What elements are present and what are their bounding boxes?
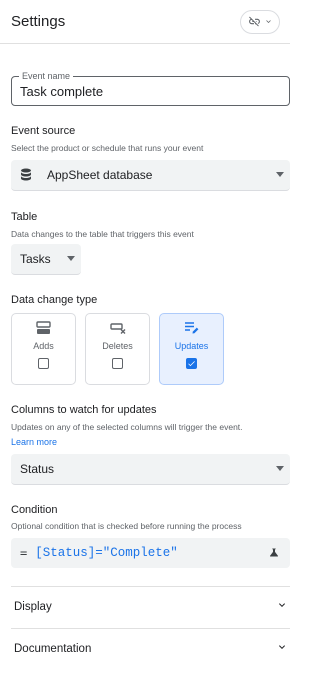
display-section-toggle[interactable]: Display — [11, 587, 290, 627]
data-change-deletes-card[interactable]: Deletes — [85, 313, 150, 385]
page-title: Settings — [11, 13, 66, 30]
link-off-icon — [248, 15, 261, 28]
updates-icon — [184, 321, 199, 335]
settings-header: Settings — [0, 0, 290, 44]
columns-watch-title: Columns to watch for updates — [11, 404, 157, 416]
chevron-down-icon — [264, 17, 273, 26]
documentation-section-toggle[interactable]: Documentation — [11, 629, 290, 669]
database-icon — [20, 168, 34, 182]
flask-icon[interactable] — [268, 546, 280, 564]
chevron-down-icon — [276, 640, 288, 658]
documentation-section-label: Documentation — [14, 643, 92, 655]
caret-down-icon — [67, 256, 75, 261]
condition-expression: [Status]="Complete" — [35, 546, 178, 560]
chevron-down-icon — [276, 598, 288, 616]
deletes-label: Deletes — [102, 341, 133, 351]
table-description: Data changes to the table that triggers … — [11, 229, 194, 239]
adds-label: Adds — [33, 341, 54, 351]
updates-label: Updates — [174, 341, 209, 351]
event-source-select[interactable]: AppSheet database — [11, 160, 290, 191]
data-change-updates-card[interactable]: Updates — [159, 313, 224, 385]
display-section-label: Display — [14, 601, 52, 613]
event-source-description: Select the product or schedule that runs… — [11, 143, 204, 153]
caret-down-icon — [276, 172, 284, 177]
table-select[interactable]: Tasks — [11, 244, 81, 275]
event-source-value: AppSheet database — [47, 168, 153, 182]
columns-watch-description: Updates on any of the selected columns w… — [11, 422, 243, 432]
adds-checkbox[interactable] — [38, 358, 49, 369]
condition-title: Condition — [11, 504, 58, 516]
data-change-adds-card[interactable]: Adds — [11, 313, 76, 385]
caret-down-icon — [276, 466, 284, 471]
condition-operator: = — [20, 546, 28, 560]
table-value: Tasks — [20, 252, 51, 266]
updates-checkbox[interactable] — [186, 358, 197, 369]
columns-watch-value: Status — [20, 462, 55, 476]
check-icon — [188, 361, 195, 367]
table-title: Table — [11, 211, 38, 223]
event-name-field[interactable]: Event name Task complete — [11, 70, 290, 106]
link-toggle-button[interactable] — [240, 9, 280, 34]
data-change-type-title: Data change type — [11, 294, 98, 306]
condition-description: Optional condition that is checked befor… — [11, 521, 242, 531]
event-name-label: Event name — [19, 70, 74, 82]
condition-expression-field[interactable]: = [Status]="Complete" — [11, 538, 290, 568]
learn-more-link[interactable]: Learn more — [11, 437, 57, 447]
event-source-title: Event source — [11, 125, 76, 137]
columns-watch-select[interactable]: Status — [11, 454, 290, 485]
deletes-icon — [109, 321, 126, 335]
event-name-value: Task complete — [20, 83, 104, 99]
deletes-checkbox[interactable] — [112, 358, 123, 369]
adds-icon — [36, 321, 51, 335]
